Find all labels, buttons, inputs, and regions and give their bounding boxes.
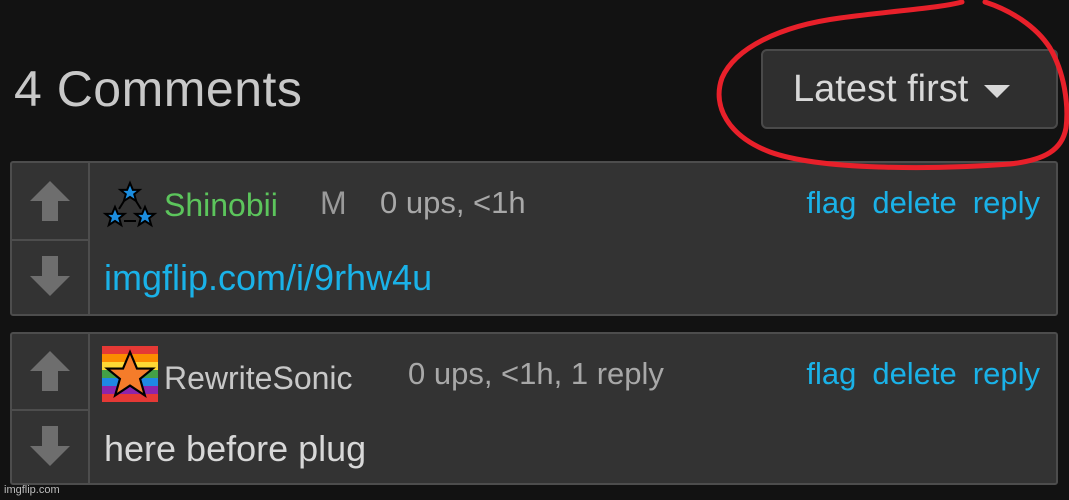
comment-item: Shinobii M 0 ups, <1h flag delete reply … bbox=[10, 161, 1058, 316]
comment-actions: flag delete reply bbox=[806, 356, 1040, 392]
downvote-button[interactable] bbox=[12, 409, 88, 484]
comment-body-link[interactable]: imgflip.com/i/9rhw4u bbox=[104, 257, 432, 299]
comment-meta: 0 ups, <1h, 1 reply bbox=[408, 356, 664, 391]
sort-order-dropdown[interactable]: Latest first bbox=[761, 49, 1058, 129]
watermark-text: imgflip.com bbox=[4, 484, 60, 496]
caret-down-icon bbox=[984, 84, 1011, 98]
comments-count-title: 4 Comments bbox=[14, 61, 303, 117]
arrow-down-icon bbox=[30, 256, 70, 297]
comment-username[interactable]: Shinobii bbox=[164, 187, 278, 224]
comment-username[interactable]: RewriteSonic bbox=[164, 360, 353, 397]
sort-order-label: Latest first bbox=[793, 67, 969, 110]
flag-link[interactable]: flag bbox=[806, 356, 856, 392]
upvote-button[interactable] bbox=[12, 163, 88, 239]
comment-item: RewriteSonic 0 ups, <1h, 1 reply flag de… bbox=[10, 332, 1058, 485]
reply-link[interactable]: reply bbox=[973, 185, 1040, 221]
vote-column bbox=[12, 334, 90, 483]
delete-link[interactable]: delete bbox=[872, 356, 956, 392]
vote-column bbox=[12, 163, 90, 314]
mod-badge: M bbox=[320, 185, 347, 221]
arrow-up-icon bbox=[30, 351, 70, 392]
arrow-down-icon bbox=[30, 425, 70, 466]
comments-page: 4 Comments Latest first Shinobii M 0 ups… bbox=[0, 0, 1069, 500]
arrow-up-icon bbox=[30, 180, 70, 221]
comment-meta: 0 ups, <1h bbox=[380, 185, 526, 220]
upvote-button[interactable] bbox=[12, 334, 88, 409]
reply-link[interactable]: reply bbox=[973, 356, 1040, 392]
comment-body-text: here before plug bbox=[104, 428, 367, 469]
comment-actions: flag delete reply bbox=[806, 185, 1040, 221]
downvote-button[interactable] bbox=[12, 239, 88, 315]
flag-link[interactable]: flag bbox=[806, 185, 856, 221]
rainbow-orange-star-icon[interactable] bbox=[102, 346, 158, 402]
three-blue-stars-icon[interactable] bbox=[102, 177, 158, 233]
delete-link[interactable]: delete bbox=[872, 185, 956, 221]
